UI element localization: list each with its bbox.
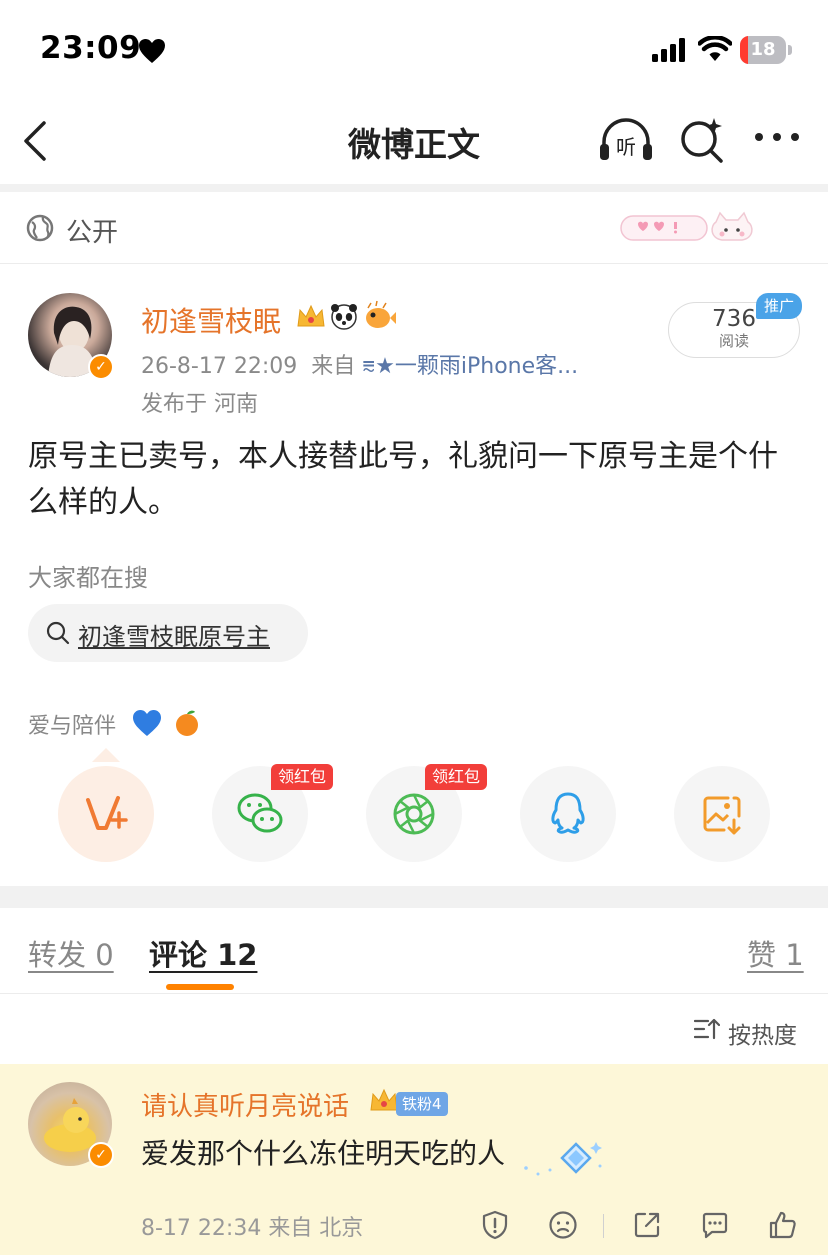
decorative-cat-sticker [620,211,753,241]
tab-comments[interactable]: 评论 12 [149,932,257,974]
crown-icon [370,1088,398,1111]
author-name[interactable]: 初逢雪枝眠 [141,300,281,340]
post-source[interactable]: ⩳★一颗雨iPhone客... [362,354,578,379]
wechat-icon [237,793,283,833]
reply-comment-icon[interactable] [700,1210,730,1240]
verified-badge-icon: ✓ [88,1142,114,1168]
search-icon [46,621,70,645]
cellular-signal-icon [652,38,685,62]
save-image-button[interactable] [674,766,770,862]
share-qq-button[interactable] [520,766,616,862]
action-divider [603,1214,604,1238]
comment-item: ✓ 请认真听月亮说话 铁粉4 爱发那个什么冻住明天吃的人 8-17 22:34 … [0,1064,828,1255]
post-body: 原号主已卖号，本人接替此号，礼貌问一下原号主是个什么样的人。 [28,439,778,520]
topic-label[interactable]: 爱与陪伴 [28,708,116,740]
wechat-moments-icon [393,793,435,835]
heart-icon [139,39,165,63]
weibo-repost-icon [86,796,128,830]
fan-level-badge: 铁粉4 [396,1092,448,1116]
orange-fruit-icon [176,710,198,736]
hot-search-chip[interactable]: 初逢雪枝眠原号主 [28,604,308,662]
source-prefix: 来自 [311,354,356,379]
divider [0,886,828,908]
repost-to-weibo-button[interactable] [58,766,154,862]
post-header: ✓ 初逢雪枝眠 26-8-17 22:09 来自 ⩳★一颗雨iPhone客...… [0,290,828,420]
tab-reposts[interactable]: 转发 0 [28,932,114,974]
comment-text: 爱发那个什么冻住明天吃的人 [141,1137,506,1170]
blue-heart-icon [133,710,161,736]
tab-likes[interactable]: 赞 1 [747,932,804,974]
visibility-label: 公开 [66,218,119,248]
hot-search-label: 大家都在搜 [28,564,148,592]
globe-icon [26,214,54,242]
read-count-label: 阅读 [718,332,749,350]
battery-percent: 18 [750,39,776,60]
sort-label: 按热度 [728,1023,797,1049]
sort-row[interactable]: 按热度 [0,994,828,1064]
visibility-row: 公开 [0,192,828,264]
hot-search-query: 初逢雪枝眠原号主 [78,623,270,651]
post-timestamp: 26-8-17 22:09 [141,354,298,379]
report-icon[interactable] [480,1210,510,1240]
share-row: 领红包 领红包 [0,764,828,866]
divider [0,184,828,192]
post-location: 发布于 河南 [141,392,258,417]
redpack-tag[interactable]: 领红包 [425,764,488,790]
pufferfish-icon [366,300,396,328]
post-meta: 26-8-17 22:09 来自 ⩳★一颗雨iPhone客... [141,348,578,380]
dislike-face-icon[interactable] [548,1210,578,1240]
status-bar: 23:09 18 [0,0,828,96]
like-thumb-icon[interactable] [768,1210,798,1240]
panda-icon [331,304,357,330]
active-tab-indicator [166,984,234,990]
qq-icon [551,792,585,834]
wifi-icon [698,36,732,61]
more-options-icon[interactable] [754,132,800,142]
crown-icon [297,304,325,327]
redpack-tag[interactable]: 领红包 [271,764,334,790]
commenter-name[interactable]: 请认真听月亮说话 [141,1086,349,1123]
listen-label: 听 [616,135,636,159]
share-caret [92,748,120,762]
author-badges [297,300,396,330]
promote-tag[interactable]: 推广 [756,293,802,319]
image-download-icon [703,796,741,835]
sort-icon [694,1018,720,1040]
listen-headphones-icon[interactable]: 听 [598,116,654,162]
verified-badge-icon: ✓ [88,354,114,380]
comment-meta: 8-17 22:34 来自 北京 [141,1216,364,1241]
tabs-row: 转发 0 评论 12 赞 1 [0,908,828,994]
nav-bar: 微博正文 听 [0,96,828,184]
search-sparkle-icon[interactable] [678,116,726,164]
share-comment-icon[interactable] [632,1210,662,1240]
status-time: 23:09 [40,30,142,66]
battery-indicator: 18 [740,36,792,64]
diamond-sparkle-icon [524,1142,602,1176]
